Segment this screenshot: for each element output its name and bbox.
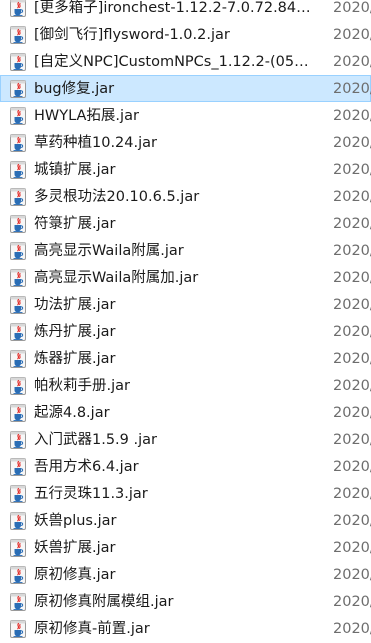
file-date-modified: 2020/ <box>333 486 371 502</box>
file-name: 五行灵珠11.3.jar <box>34 486 148 502</box>
java-jar-icon <box>10 134 26 152</box>
file-row[interactable]: 多灵根功法20.10.6.5.jar 2020/ <box>0 183 371 210</box>
file-row[interactable]: 炼器扩展.jar 2020/ <box>0 345 371 372</box>
file-name: HWYLA拓展.jar <box>34 108 139 124</box>
file-row[interactable]: 炼丹扩展.jar 2020/ <box>0 318 371 345</box>
file-row[interactable]: 功法扩展.jar 2020/ <box>0 291 371 318</box>
file-name: 高亮显示Waila附属.jar <box>34 243 184 259</box>
file-name: 符箓扩展.jar <box>34 216 116 232</box>
java-jar-icon <box>10 485 26 503</box>
java-jar-icon <box>10 188 26 206</box>
file-date-modified: 2020/ <box>333 621 371 637</box>
file-name: 帕秋莉手册.jar <box>34 378 130 394</box>
file-row[interactable]: 入门武器1.5.9 .jar 2020/ <box>0 426 371 453</box>
file-date-modified: 2020/ <box>333 162 371 178</box>
file-date-modified: 2020/ <box>333 513 371 529</box>
file-row[interactable]: 起源4.8.jar 2020/ <box>0 399 371 426</box>
java-jar-icon <box>10 566 26 584</box>
file-name: [自定义NPC]CustomNPCs_1.12.2-(05Jul20).jar <box>34 54 312 70</box>
file-date-modified: 2020/ <box>333 0 371 16</box>
java-jar-icon <box>10 431 26 449</box>
file-name: 妖兽扩展.jar <box>34 540 116 556</box>
file-row[interactable]: 原初修真-前置.jar 2020/ <box>0 615 371 642</box>
file-date-modified: 2020/ <box>333 432 371 448</box>
file-name: bug修复.jar <box>34 81 115 97</box>
file-name: 炼丹扩展.jar <box>34 324 116 340</box>
file-date-modified: 2020/ <box>333 135 371 151</box>
file-row[interactable]: 高亮显示Waila附属.jar 2020/ <box>0 237 371 264</box>
file-name: [更多箱子]ironchest-1.12.2-7.0.72.847.jar <box>34 0 312 16</box>
file-date-modified: 2020/ <box>333 216 371 232</box>
java-jar-icon <box>10 296 26 314</box>
file-date-modified: 2020/ <box>333 81 371 97</box>
file-name: 吾用方术6.4.jar <box>34 459 139 475</box>
file-name: [御剑飞行]flysword-1.0.2.jar <box>34 27 230 43</box>
file-name: 入门武器1.5.9 .jar <box>34 432 157 448</box>
file-name: 功法扩展.jar <box>34 297 116 313</box>
file-name: 原初修真-前置.jar <box>34 621 150 637</box>
file-name: 原初修真.jar <box>34 567 116 583</box>
file-row[interactable]: 帕秋莉手册.jar 2020/ <box>0 372 371 399</box>
java-jar-icon <box>10 512 26 530</box>
java-jar-icon <box>10 323 26 341</box>
file-name: 草药种植10.24.jar <box>34 135 157 151</box>
file-row[interactable]: 符箓扩展.jar 2020/ <box>0 210 371 237</box>
file-row[interactable]: 城镇扩展.jar 2020/ <box>0 156 371 183</box>
file-row[interactable]: 草药种植10.24.jar 2020/ <box>0 129 371 156</box>
file-name: 高亮显示Waila附属加.jar <box>34 270 199 286</box>
java-jar-icon <box>10 107 26 125</box>
java-jar-icon <box>10 620 26 638</box>
file-row[interactable]: [自定义NPC]CustomNPCs_1.12.2-(05Jul20).jar … <box>0 48 371 75</box>
file-date-modified: 2020/ <box>333 27 371 43</box>
file-name: 妖兽plus.jar <box>34 513 117 529</box>
file-date-modified: 2020/ <box>333 594 371 610</box>
file-date-modified: 2020/ <box>333 378 371 394</box>
file-row[interactable]: [更多箱子]ironchest-1.12.2-7.0.72.847.jar 20… <box>0 0 371 21</box>
file-date-modified: 2020/ <box>333 459 371 475</box>
java-jar-icon <box>10 377 26 395</box>
file-date-modified: 2020/ <box>333 108 371 124</box>
file-row[interactable]: [御剑飞行]flysword-1.0.2.jar 2020/ <box>0 21 371 48</box>
java-jar-icon <box>10 53 26 71</box>
java-jar-icon <box>10 458 26 476</box>
java-jar-icon <box>10 593 26 611</box>
file-row[interactable]: 原初修真附属模组.jar 2020/ <box>0 588 371 615</box>
java-jar-icon <box>10 269 26 287</box>
file-date-modified: 2020/ <box>333 189 371 205</box>
java-jar-icon <box>10 242 26 260</box>
file-row[interactable]: 妖兽扩展.jar 2020/ <box>0 534 371 561</box>
file-row[interactable]: 妖兽plus.jar 2020/ <box>0 507 371 534</box>
file-name: 炼器扩展.jar <box>34 351 116 367</box>
java-jar-icon <box>10 404 26 422</box>
file-date-modified: 2020/ <box>333 540 371 556</box>
file-date-modified: 2020/ <box>333 324 371 340</box>
file-date-modified: 2020/ <box>333 54 371 70</box>
file-row[interactable]: 五行灵珠11.3.jar 2020/ <box>0 480 371 507</box>
file-date-modified: 2020/ <box>333 567 371 583</box>
file-row[interactable]: 原初修真.jar 2020/ <box>0 561 371 588</box>
java-jar-icon <box>10 539 26 557</box>
file-name: 多灵根功法20.10.6.5.jar <box>34 189 200 205</box>
file-name: 原初修真附属模组.jar <box>34 594 174 610</box>
java-jar-icon <box>10 215 26 233</box>
file-row[interactable]: 吾用方术6.4.jar 2020/ <box>0 453 371 480</box>
file-name: 城镇扩展.jar <box>34 162 116 178</box>
file-row[interactable]: HWYLA拓展.jar 2020/ <box>0 102 371 129</box>
file-row-selected[interactable]: bug修复.jar 2020/ <box>0 75 371 102</box>
java-jar-icon <box>10 26 26 44</box>
file-date-modified: 2020/ <box>333 351 371 367</box>
java-jar-icon <box>10 350 26 368</box>
file-date-modified: 2020/ <box>333 243 371 259</box>
file-date-modified: 2020/ <box>333 405 371 421</box>
file-date-modified: 2020/ <box>333 270 371 286</box>
java-jar-icon <box>10 80 26 98</box>
file-name: 起源4.8.jar <box>34 405 110 421</box>
java-jar-icon <box>10 161 26 179</box>
file-date-modified: 2020/ <box>333 297 371 313</box>
java-jar-icon <box>10 0 26 17</box>
file-row[interactable]: 高亮显示Waila附属加.jar 2020/ <box>0 264 371 291</box>
file-list: [更多箱子]ironchest-1.12.2-7.0.72.847.jar 20… <box>0 0 371 642</box>
